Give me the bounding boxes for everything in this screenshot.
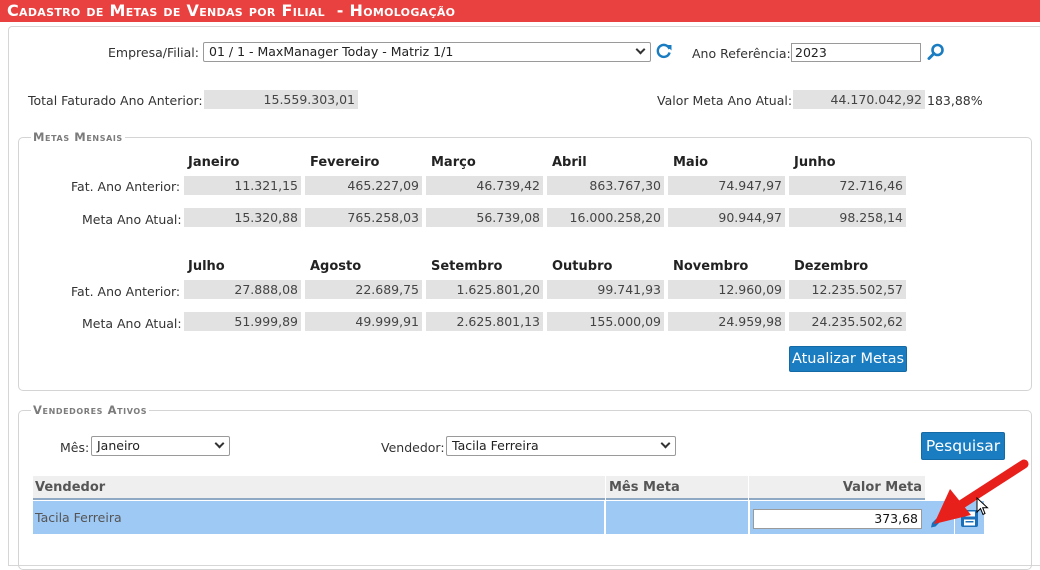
month-header: Junho [794,155,836,170]
meta-ano-atual-label: Meta Ano Atual: [82,212,182,227]
fat-value: 46.739,42 [426,176,543,195]
empresa-select[interactable]: 01 / 1 - MaxManager Today - Matriz 1/1 [203,42,651,62]
meta-value: 16.000.258,20 [547,208,664,227]
chevron-down-icon [660,438,671,449]
vendedor-select-value: Tacila Ferreira [452,438,539,453]
month-header: Novembro [673,259,749,274]
column-divider [748,501,750,534]
meta-value: 15.320,88 [184,208,301,227]
ano-input[interactable]: 2023 [791,43,921,62]
mes-select[interactable]: Janeiro [91,436,230,456]
meta-ano-atual-label: Meta Ano Atual: [82,316,182,331]
annotation-arrow-icon [930,456,1030,532]
meta-value: 51.999,89 [184,312,301,331]
mes-select-value: Janeiro [97,438,140,453]
fat-value: 12.960,09 [668,280,785,299]
empresa-label: Empresa/Filial: [108,45,199,60]
meta-value: 90.944,97 [668,208,785,227]
meta-value: 155.000,09 [547,312,664,331]
table-row[interactable]: Tacila Ferreira 373,68 [33,501,925,534]
vendedores-ativos-legend: Vendedores Ativos [31,403,150,417]
magnifier-icon[interactable] [926,42,946,62]
atualizar-metas-button[interactable]: Atualizar Metas [789,346,907,372]
total-faturado-label: Total Faturado Ano Anterior: [28,93,203,108]
meta-value: 56.739,08 [426,208,543,227]
meta-value: 24.235.502,62 [789,312,906,331]
chevron-down-icon [214,438,225,449]
ano-label: Ano Referência: [692,46,791,61]
month-header: Fevereiro [310,155,380,170]
page-title: Cadastro de Metas de Vendas por Filial -… [0,0,1040,22]
valor-meta-value: 44.170.042,92 [793,90,925,109]
month-header: Dezembro [794,259,869,274]
month-header: Julho [188,259,225,274]
column-divider [605,476,606,500]
month-header: Março [431,155,476,170]
fat-value: 74.947,97 [668,176,785,195]
vendedor-cell: Tacila Ferreira [35,510,122,525]
fat-value: 1.625.801,20 [426,280,543,299]
column-header-vendedor[interactable]: Vendedor [35,476,105,500]
vendedores-table-header: Vendedor Mês Meta Valor Meta [33,476,925,500]
empresa-select-value: 01 / 1 - MaxManager Today - Matriz 1/1 [209,44,454,59]
metas-mensais-legend: Metas Mensais [31,130,125,144]
column-header-valor-meta[interactable]: Valor Meta [843,476,922,500]
fat-ano-anterior-label: Fat. Ano Anterior: [71,284,181,299]
fat-value: 72.716,46 [789,176,906,195]
vendedor-label: Vendedor: [381,440,445,455]
meta-value: 2.625.801,13 [426,312,543,331]
meta-value: 98.258,14 [789,208,906,227]
meta-value: 765.258,03 [305,208,422,227]
mouse-cursor-icon [976,496,990,517]
month-header: Abril [552,155,587,170]
fat-value: 22.689,75 [305,280,422,299]
month-header: Setembro [431,259,503,274]
fat-value: 11.321,15 [184,176,301,195]
column-divider [748,476,749,500]
meta-value: 49.999,91 [305,312,422,331]
column-divider [604,501,606,534]
month-header: Maio [673,155,709,170]
fat-value: 863.767,30 [547,176,664,195]
column-header-mes-meta[interactable]: Mês Meta [609,476,680,500]
refresh-icon[interactable] [655,42,673,60]
fat-value: 12.235.502,57 [789,280,906,299]
month-header: Agosto [310,259,362,274]
valor-meta-label: Valor Meta Ano Atual: [657,93,793,108]
mes-label: Mês: [60,440,90,455]
fat-value: 99.741,93 [547,280,664,299]
fat-value: 27.888,08 [184,280,301,299]
total-faturado-value: 15.559.303,01 [204,90,358,109]
month-header: Outubro [552,259,613,274]
meta-value: 24.959,98 [668,312,785,331]
chevron-down-icon [635,44,646,55]
vendedor-select[interactable]: Tacila Ferreira [446,436,676,456]
fat-value: 465.227,09 [305,176,422,195]
month-header: Janeiro [188,155,240,170]
valor-meta-percent: 183,88% [927,93,983,108]
valor-meta-input[interactable]: 373,68 [753,509,922,529]
fat-ano-anterior-label: Fat. Ano Anterior: [71,179,181,194]
